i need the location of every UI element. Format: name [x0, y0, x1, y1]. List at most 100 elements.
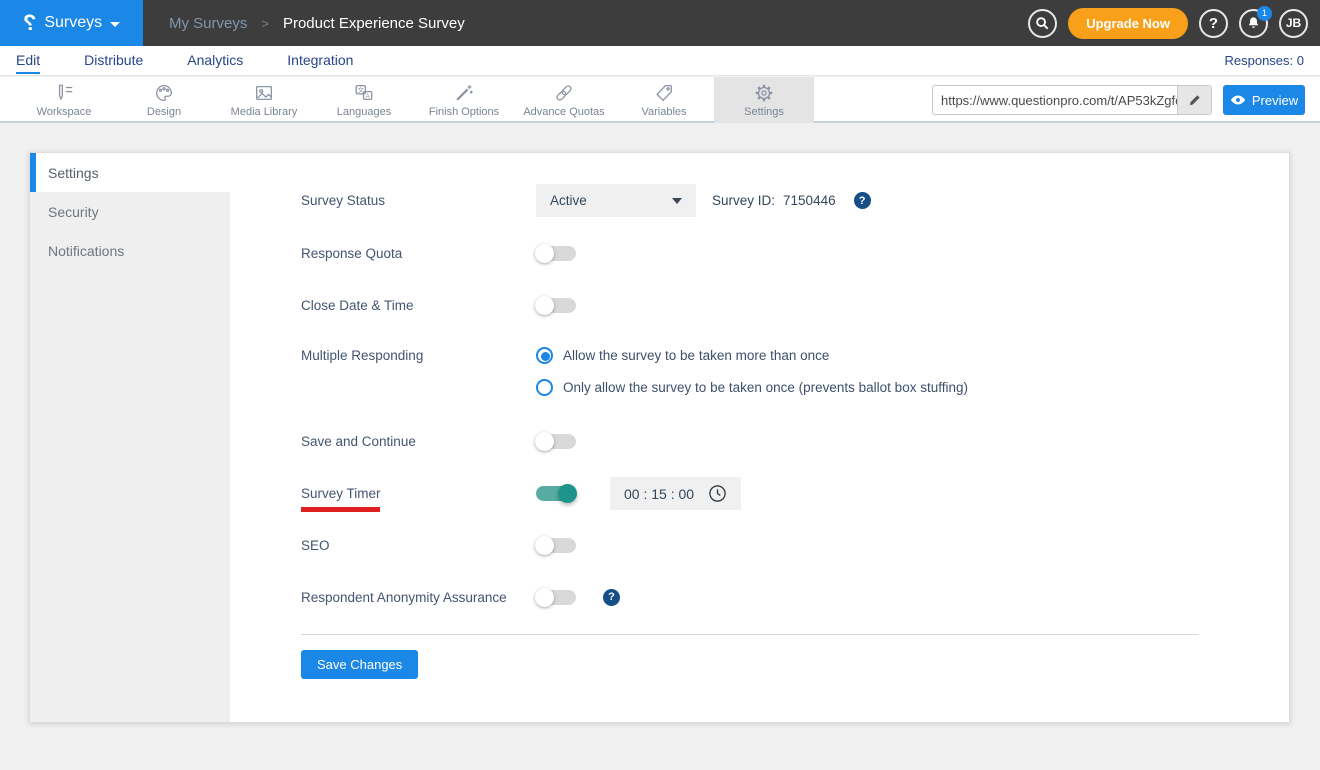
toolbar-item-settings[interactable]: Settings — [714, 77, 814, 123]
toolbar-item-label: Media Library — [230, 106, 298, 118]
survey-status-label: Survey Status — [301, 193, 386, 208]
pencil-icon — [1189, 95, 1200, 106]
preview-label: Preview — [1251, 92, 1299, 108]
toolbar-right: https://www.questionpro.com/t/AP53kZgfo … — [932, 85, 1305, 115]
gear-icon — [755, 84, 773, 102]
responses-count[interactable]: Responses: 0 — [1225, 53, 1305, 68]
preview-button[interactable]: Preview — [1223, 85, 1305, 115]
chain-icon — [556, 85, 572, 101]
toggle-knob — [535, 431, 554, 451]
toolbar-item-workspace[interactable]: Workspace — [14, 77, 114, 123]
sidebar-item-security[interactable]: Security — [30, 192, 230, 231]
wand-icon — [456, 85, 473, 101]
survey-timer-red-annotation — [301, 507, 380, 512]
brand-label: Surveys — [44, 14, 103, 31]
radio-option-allow-multiple[interactable]: Allow the survey to be taken more than o… — [536, 347, 968, 364]
toolbar-item-label: Design — [146, 106, 182, 118]
top-header: ? Surveys My Surveys > Product Experienc… — [0, 0, 1320, 46]
chevron-down-icon — [672, 197, 682, 204]
response-quota-toggle[interactable] — [535, 243, 576, 263]
survey-id-value: 7150446 — [783, 193, 836, 208]
translate-icon: 文A — [355, 85, 373, 101]
breadcrumb-separator-icon: > — [261, 15, 269, 31]
toolbar-item-advance-quotas[interactable]: Advance Quotas — [514, 77, 614, 123]
sidebar-item-notifications[interactable]: Notifications — [30, 231, 230, 270]
survey-timer-toggle[interactable] — [536, 484, 577, 503]
page-title: Product Experience Survey — [282, 14, 465, 32]
multiple-responding-options: Allow the survey to be taken more than o… — [536, 347, 968, 396]
upgrade-now-button[interactable]: Upgrade Now — [1068, 7, 1188, 39]
toolbar-item-languages[interactable]: 文A Languages — [314, 77, 414, 123]
survey-url-text[interactable]: https://www.questionpro.com/t/AP53kZgfo — [933, 93, 1177, 108]
edit-toolbar: Workspace Design Media Library 文A Langua… — [0, 77, 1320, 123]
user-avatar[interactable]: JB — [1279, 8, 1308, 38]
toolbar-item-variables[interactable]: Variables — [614, 77, 714, 123]
breadcrumb: My Surveys > Product Experience Survey — [169, 15, 465, 32]
help-button[interactable]: ? — [1199, 8, 1228, 38]
notification-count-badge: 1 — [1257, 5, 1272, 21]
tag-icon — [656, 85, 672, 102]
respondent-anonymity-help-icon[interactable]: ? — [603, 588, 620, 606]
settings-card: Settings Security Notifications Survey S… — [29, 152, 1290, 723]
toolbar-item-label: Settings — [744, 106, 784, 118]
toolbar-item-design[interactable]: Design — [114, 77, 214, 123]
header-actions: Upgrade Now ? 1 JB — [1028, 0, 1308, 46]
edit-url-button[interactable] — [1177, 86, 1211, 114]
save-and-continue-row: Save and Continue — [301, 429, 576, 453]
toolbar-item-label: Finish Options — [428, 106, 500, 118]
tab-analytics[interactable]: Analytics — [187, 48, 243, 74]
tab-edit[interactable]: Edit — [16, 48, 41, 74]
workspace-icon — [58, 84, 73, 101]
save-changes-button[interactable]: Save Changes — [301, 650, 419, 679]
survey-timer-value[interactable]: 00 : 15 : 00 — [624, 486, 694, 502]
save-and-continue-label: Save and Continue — [301, 433, 416, 449]
survey-id-help-icon[interactable]: ? — [853, 192, 871, 209]
respondent-anonymity-label: Respondent Anonymity Assurance — [301, 589, 507, 605]
survey-status-select[interactable]: Active — [536, 184, 696, 217]
survey-url-field[interactable]: https://www.questionpro.com/t/AP53kZgfo — [932, 85, 1212, 115]
respondent-anonymity-toggle[interactable] — [535, 587, 576, 607]
response-quota-label: Response Quota — [301, 245, 403, 261]
toolbar-item-finish-options[interactable]: Finish Options — [414, 77, 514, 123]
radio-option-only-once[interactable]: Only allow the survey to be taken once (… — [536, 379, 968, 396]
eye-icon — [1230, 95, 1245, 105]
toolbar-item-label: Variables — [641, 106, 687, 118]
sidebar-item-settings[interactable]: Settings — [30, 153, 230, 192]
notifications-button[interactable]: 1 — [1239, 5, 1272, 38]
tab-integration[interactable]: Integration — [287, 48, 353, 74]
survey-timer-label: Survey Timer — [301, 486, 381, 501]
svg-text:A: A — [366, 94, 370, 100]
survey-status-value: Active — [550, 193, 587, 208]
settings-sidebar: Settings Security Notifications — [30, 153, 230, 722]
clock-icon[interactable] — [708, 484, 727, 503]
toolbar-item-label: Workspace — [36, 106, 92, 118]
multiple-responding-label: Multiple Responding — [301, 348, 424, 363]
response-quota-row: Response Quota — [301, 241, 576, 265]
radio-unselected-icon[interactable] — [536, 379, 553, 396]
toggle-knob — [535, 295, 554, 315]
search-button[interactable] — [1028, 8, 1058, 38]
multiple-responding-row: Multiple Responding Allow the survey to … — [301, 347, 968, 396]
surveys-product-menu[interactable]: ? Surveys — [0, 0, 143, 46]
toggle-knob — [558, 484, 577, 503]
survey-timer-input[interactable]: 00 : 15 : 00 — [610, 477, 742, 510]
palette-icon — [156, 85, 172, 101]
toolbar-item-label: Languages — [336, 106, 392, 118]
svg-text:文: 文 — [358, 85, 365, 94]
toggle-knob — [535, 535, 554, 555]
tab-distribute[interactable]: Distribute — [84, 48, 143, 74]
respondent-anonymity-row: Respondent Anonymity Assurance ? — [301, 585, 620, 609]
survey-nav-bar: Edit Distribute Analytics Integration Re… — [0, 46, 1320, 76]
nav-tabs: Edit Distribute Analytics Integration — [16, 48, 353, 74]
close-date-toggle[interactable] — [535, 295, 576, 315]
survey-status-row: Survey Status Active Survey ID: 7150446 … — [301, 184, 871, 217]
question-icon: ? — [1208, 14, 1219, 32]
toolbar-item-media-library[interactable]: Media Library — [214, 77, 314, 123]
breadcrumb-my-surveys[interactable]: My Surveys — [169, 15, 247, 32]
survey-id-label: Survey ID: — [712, 193, 776, 208]
save-and-continue-toggle[interactable] — [535, 431, 576, 451]
questionpro-logo-icon: ? — [22, 10, 37, 35]
seo-toggle[interactable] — [535, 535, 576, 555]
chevron-down-icon — [110, 21, 121, 27]
radio-selected-icon[interactable] — [536, 347, 553, 364]
